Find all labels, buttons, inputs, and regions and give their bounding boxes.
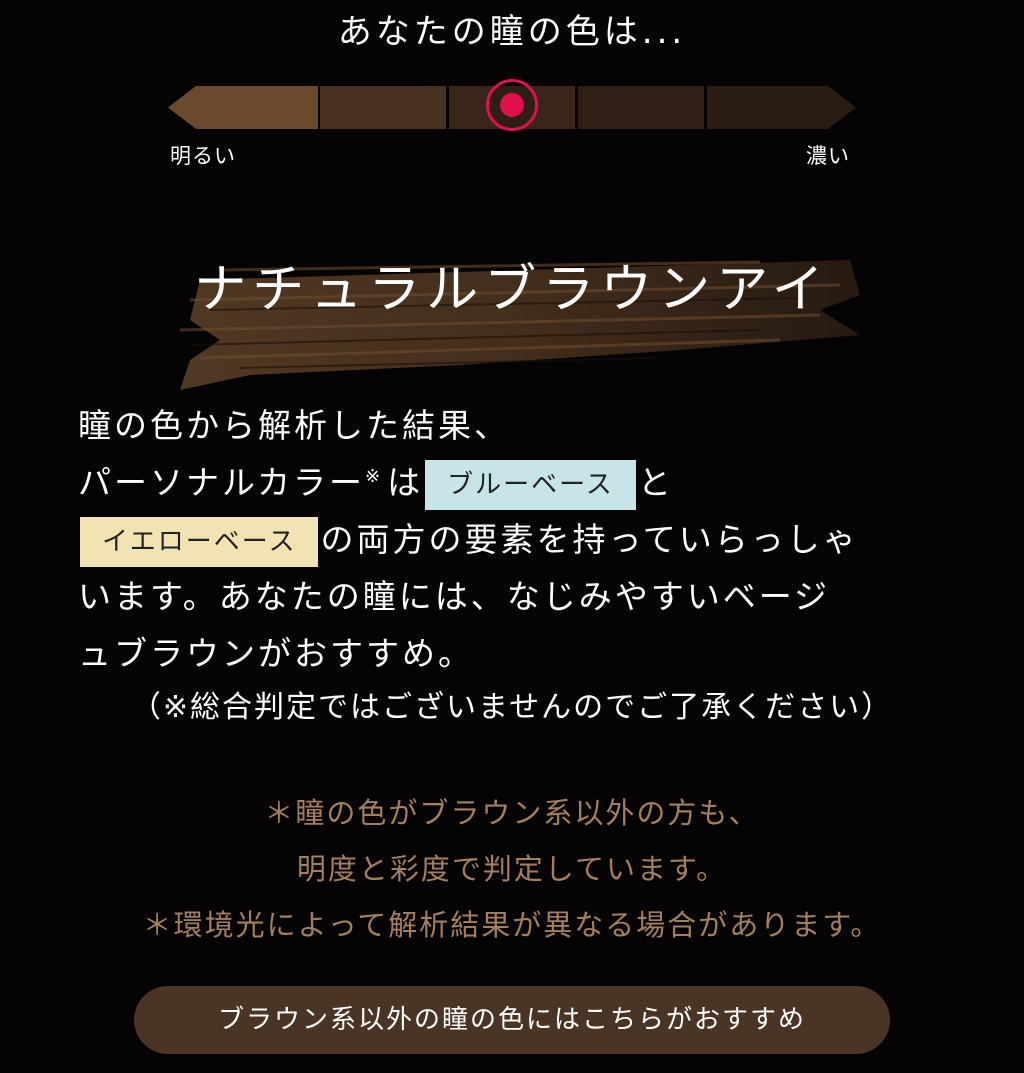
result-line-3-text: の両方の要素を持っていらっしゃ	[320, 520, 859, 559]
result-text: 瞳の色から解析した結果、 パーソナルカラー※ はブルーベースと イエローベース の両…	[78, 397, 958, 682]
note-line-1: ＊瞳の色がブラウン系以外の方も、	[264, 796, 760, 830]
non-brown-recommendation-button[interactable]: ブラウン系以外の瞳の色にはこちらがおすすめ	[134, 986, 890, 1054]
scale-segment-2	[320, 86, 446, 129]
result-line-5: ュブラウンがおすすめ。	[78, 634, 474, 673]
result-line-1: 瞳の色から解析した結果、	[78, 406, 510, 445]
blue-base-badge: ブルーベース	[425, 459, 636, 510]
personal-color-label: パーソナルカラー	[78, 463, 366, 502]
scale-label-dark: 濃い	[806, 144, 850, 168]
scale-label-light: 明るい	[170, 144, 236, 168]
notes: ＊瞳の色がブラウン系以外の方も、 明度と彩度で判定しています。 ＊環境光によって…	[0, 785, 1024, 953]
note-line-3: ＊環境光によって解析結果が異なる場合があります。	[142, 908, 882, 942]
scale-marker	[486, 79, 538, 131]
result-line-3: イエローベース の両方の要素を持っていらっしゃ	[78, 511, 958, 568]
result-conjunction: と	[637, 463, 674, 502]
scale-segment-5	[707, 86, 856, 129]
disclaimer: （※総合判定ではございませんのでご了承ください）	[130, 690, 894, 725]
scale-segment-4	[578, 86, 704, 129]
page-title: あなたの瞳の色は...	[337, 12, 687, 52]
note-line-2: 明度と彩度で判定しています。	[296, 852, 728, 886]
note-mark: ※	[365, 466, 384, 487]
scale-segment-1	[168, 86, 318, 129]
result-particle: は	[387, 463, 424, 502]
result-line-4: います。あなたの瞳には、なじみやすいベージ	[78, 577, 831, 616]
eye-type-title: ナチュラルブラウンアイ	[194, 260, 830, 320]
yellow-base-badge: イエローベース	[80, 516, 319, 567]
result-line-2: パーソナルカラー※ はブルーベースと	[78, 454, 958, 511]
